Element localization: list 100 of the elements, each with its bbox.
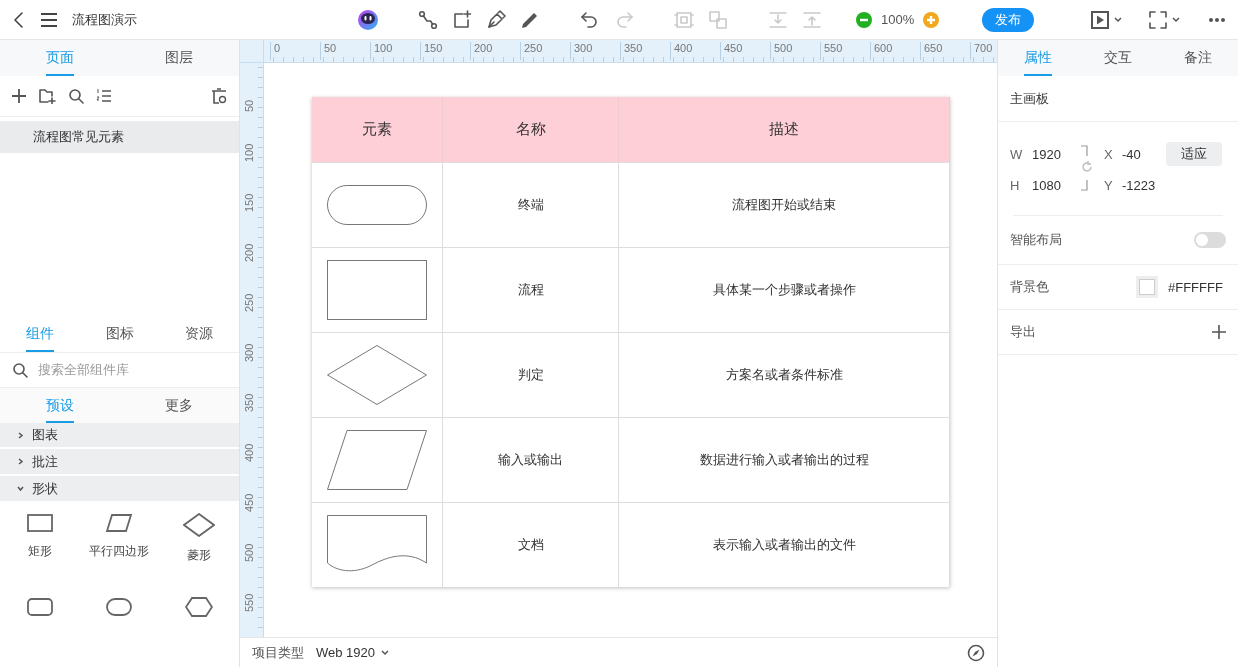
parallelogram-icon[interactable] — [105, 513, 134, 534]
caret-icon[interactable] — [1114, 16, 1122, 23]
field-value[interactable]: 1920 — [1032, 146, 1080, 162]
ruler-label: 0 — [270, 42, 281, 60]
search-field[interactable]: 搜索全部组件库 — [36, 361, 227, 379]
category-label: 批注 — [32, 452, 58, 471]
ruler-label: 350 — [243, 393, 255, 412]
tab[interactable]: 图层 — [119, 40, 239, 76]
more-icon[interactable] — [1208, 16, 1226, 23]
mascot-icon[interactable] — [357, 8, 379, 31]
add-icon[interactable] — [12, 89, 26, 103]
rectangle-icon[interactable] — [25, 513, 54, 534]
table-cell: 流程图开始或结束 — [619, 162, 950, 247]
hexagon-icon[interactable] — [185, 597, 214, 618]
ruler-label: 500 — [243, 543, 255, 562]
tab[interactable]: 资源 — [159, 316, 239, 353]
back-icon[interactable] — [12, 10, 26, 29]
category-label: 图表 — [32, 426, 58, 445]
compass-icon[interactable] — [967, 643, 985, 662]
zoom-level: 100% — [881, 12, 915, 27]
ruler-label: 100 — [370, 42, 393, 60]
field-value[interactable]: -40 — [1122, 146, 1162, 162]
table-cell: 数据进行输入或者输出的过程 — [619, 417, 950, 502]
table-cell: 判定 — [443, 332, 619, 417]
field-value[interactable]: 1080 — [1032, 178, 1080, 193]
table-cell: 方案名或者条件标准 — [619, 332, 950, 417]
ruler-label: 350 — [620, 42, 643, 60]
category-header[interactable]: 批注 — [0, 449, 239, 475]
category-header[interactable]: 图表 — [0, 422, 239, 448]
shape-label: 矩形 — [27, 543, 52, 561]
shape-label: 菱形 — [187, 547, 212, 565]
export-label: 导出 — [1010, 323, 1036, 341]
shape-label: 平行四边形 — [89, 543, 150, 561]
stadium-icon[interactable] — [105, 597, 134, 618]
column-header: 元素 — [312, 97, 443, 162]
field-label: H — [1010, 178, 1021, 193]
pen-icon[interactable] — [485, 8, 507, 31]
table-cell: 流程 — [443, 247, 619, 332]
fit-button[interactable]: 适应 — [1166, 142, 1222, 166]
ruler-label: 600 — [870, 42, 893, 60]
recycle-bin-icon[interactable] — [211, 88, 227, 104]
ruler-label: 200 — [243, 243, 255, 262]
ruler-label: 300 — [570, 42, 593, 60]
document-title: 流程图演示 — [72, 10, 137, 29]
field-label: X — [1104, 146, 1114, 162]
project-type-dropdown[interactable]: Web 1920 — [316, 645, 390, 660]
tab[interactable]: 更多 — [119, 387, 239, 423]
tab[interactable]: 交互 — [1078, 40, 1158, 76]
ruler-label: 550 — [243, 593, 255, 612]
ruler-label: 50 — [243, 99, 255, 112]
ruler-label: 50 — [320, 42, 337, 60]
background-color-label: 背景色 — [1010, 278, 1049, 296]
diamond-icon[interactable] — [183, 513, 216, 538]
ruler-label: 550 — [820, 42, 843, 60]
table-cell: 输入或输出 — [443, 417, 619, 502]
ruler-label: 100 — [243, 143, 255, 162]
table-cell: 表示输入或者输出的文件 — [619, 502, 950, 587]
ruler-label: 450 — [720, 42, 743, 60]
column-header: 名称 — [443, 97, 619, 162]
category-label: 形状 — [32, 479, 58, 498]
caret-icon[interactable] — [1172, 16, 1180, 23]
ruler-label: 650 — [920, 42, 943, 60]
add-icon[interactable] — [1212, 325, 1226, 339]
ruler-label: 400 — [670, 42, 693, 60]
column-header: 描述 — [619, 97, 950, 162]
smart-layout-label: 智能布局 — [1010, 231, 1062, 249]
menu-icon[interactable] — [40, 11, 58, 28]
ruler-label: 300 — [243, 343, 255, 362]
ruler-label: 250 — [243, 293, 255, 312]
field-label: Y — [1104, 178, 1114, 193]
field-value[interactable]: -1223 — [1122, 178, 1162, 193]
ruler-label: 700 — [970, 42, 993, 60]
ruler-label: 250 — [520, 42, 543, 60]
rounded-rectangle-icon[interactable] — [25, 597, 54, 618]
tab[interactable]: 备注 — [1158, 40, 1238, 76]
table-cell: 终端 — [443, 162, 619, 247]
ruler-label: 450 — [243, 493, 255, 512]
ruler-label: 150 — [420, 42, 443, 60]
project-type-label: 项目类型 — [252, 643, 304, 662]
frame-add-icon[interactable] — [451, 8, 473, 31]
toggle-switch[interactable] — [1194, 232, 1226, 248]
ruler-label: 400 — [243, 443, 255, 462]
play-icon[interactable] — [1090, 9, 1110, 30]
fullscreen-icon[interactable] — [1148, 9, 1168, 30]
ruler-label: 500 — [770, 42, 793, 60]
zoom-out-icon[interactable] — [855, 10, 873, 29]
table-cell: 具体某一个步骤或者操作 — [619, 247, 950, 332]
search-icon[interactable] — [68, 88, 84, 104]
connector-icon[interactable] — [417, 8, 439, 31]
caret-icon — [381, 649, 390, 656]
tab[interactable]: 图标 — [79, 316, 160, 353]
page-item[interactable]: 流程图常见元素 — [0, 121, 239, 153]
numbered-list-icon[interactable] — [96, 88, 112, 104]
color-value[interactable]: #FFFFFF — [1168, 279, 1226, 295]
category-header[interactable]: 形状 — [0, 476, 239, 502]
field-label: W — [1010, 146, 1024, 162]
artboard-title: 主画板 — [1010, 89, 1049, 108]
folder-add-icon[interactable] — [38, 88, 56, 104]
ruler-label: 200 — [470, 42, 493, 60]
color-swatch[interactable] — [1139, 279, 1155, 295]
